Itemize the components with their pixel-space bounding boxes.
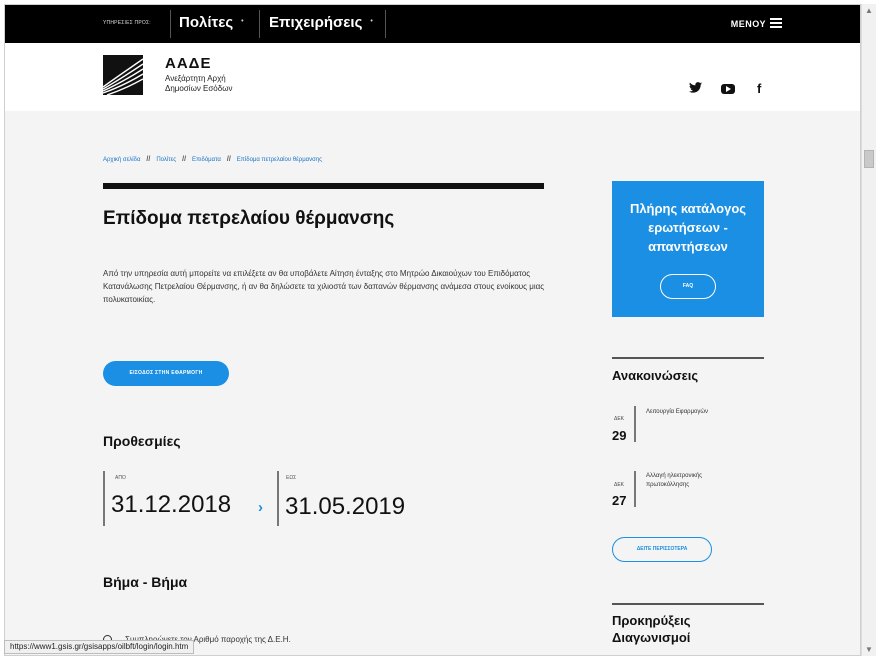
nav-divider <box>259 10 260 38</box>
breadcrumb-separator: // <box>146 156 151 163</box>
aade-logo[interactable] <box>103 55 143 95</box>
announcement-month: ΔΕΚ <box>614 482 625 488</box>
faq-button[interactable]: FAQ <box>660 274 716 299</box>
nav-citizens-label: Πολίτες <box>179 14 234 31</box>
site-header: ΑΑΔΕ Ανεξάρτητη Αρχή Δημοσίων Εσόδων f <box>5 43 860 111</box>
dropdown-dot-icon: • <box>241 18 244 25</box>
breadcrumb-citizens[interactable]: Πολίτες <box>156 157 176 163</box>
brand-subtitle-line: Ανεξάρτητη Αρχή <box>165 74 226 83</box>
brand-title: ΑΑΔΕ <box>165 55 212 72</box>
tenders-heading-line: Προκηρύξεις <box>612 613 691 628</box>
browser-viewport: ΥΠΗΡΕΣΙΕΣ ΠΡΟΣ: Πολίτες • Επιχειρήσεις • Μ… <box>4 4 861 656</box>
steps-heading: Βήμα - Βήμα <box>103 574 188 590</box>
faq-title: Πλήρης κατάλογος ερωτήσεων - απαντήσεων <box>612 199 764 256</box>
announcement-link[interactable]: Αλλαγή ηλεκτρονικής πρωτοκόλλησης <box>646 472 736 490</box>
to-label: ΕΩΣ <box>286 475 297 481</box>
breadcrumb-benefits[interactable]: Επιδόματα <box>192 157 221 163</box>
brand-subtitle-line: Δημοσίων Εσόδων <box>165 84 233 93</box>
nav-businesses[interactable]: Επιχειρήσεις • <box>269 14 373 31</box>
breadcrumb-separator: // <box>182 156 187 163</box>
services-label: ΥΠΗΡΕΣΙΕΣ ΠΡΟΣ: <box>103 20 151 26</box>
dropdown-dot-icon: • <box>370 18 373 25</box>
tenders-heading: Προκηρύξεις Διαγωνισμοί <box>612 612 691 646</box>
logo-mark-icon <box>103 58 143 95</box>
faq-panel: Πλήρης κατάλογος ερωτήσεων - απαντήσεων … <box>612 181 764 317</box>
status-bar-url: https://www1.gsis.gr/gsisapps/oilbft/log… <box>4 640 195 654</box>
scroll-down-icon[interactable]: ▼ <box>865 645 873 654</box>
from-date-bar <box>103 471 105 526</box>
deadlines-heading: Προθεσμίες <box>103 433 181 449</box>
menu-button[interactable]: ΜΕΝΟΥ <box>731 19 766 29</box>
announcement-bar <box>634 471 636 507</box>
hamburger-icon[interactable] <box>770 18 782 28</box>
top-navigation-bar: ΥΠΗΡΕΣΙΕΣ ΠΡΟΣ: Πολίτες • Επιχειρήσεις • Μ… <box>5 5 860 43</box>
twitter-icon[interactable] <box>689 81 702 96</box>
youtube-icon[interactable] <box>721 84 735 94</box>
faq-title-line: ερωτήσεων - <box>648 220 728 235</box>
from-label: ΑΠΟ <box>115 475 126 481</box>
brand-subtitle: Ανεξάρτητη Αρχή Δημοσίων Εσόδων <box>165 74 265 94</box>
tenders-heading-line: Διαγωνισμοί <box>612 630 691 645</box>
announcements-divider <box>612 357 764 359</box>
scroll-thumb[interactable] <box>864 150 874 168</box>
nav-citizens[interactable]: Πολίτες • <box>179 14 244 31</box>
enter-application-button[interactable]: ΕΙΣΟΔΟΣ ΣΤΗΝ ΕΦΑΡΜΟΓΗ <box>103 361 229 386</box>
breadcrumb-separator: // <box>226 156 231 163</box>
chevron-right-icon: › <box>258 499 263 516</box>
see-more-button[interactable]: ΔΕΙΤΕ ΠΕΡΙΣΣΟΤΕΡΑ <box>612 537 712 562</box>
breadcrumb-home[interactable]: Αρχική σελίδα <box>103 157 140 163</box>
announcement-bar <box>634 406 636 442</box>
facebook-icon[interactable]: f <box>757 81 761 96</box>
scroll-up-icon[interactable]: ▲ <box>865 6 873 15</box>
breadcrumb: Αρχική σελίδα // Πολίτες // Επιδόματα // Επίδο… <box>103 156 322 163</box>
announcement-day: 29 <box>612 428 627 443</box>
to-date-bar <box>277 471 279 526</box>
from-date: 31.12.2018 <box>111 491 232 518</box>
breadcrumb-current[interactable]: Επίδομα πετρελαίου θέρμανσης <box>237 157 322 163</box>
twitter-glyph-icon <box>689 82 702 93</box>
announcement-month: ΔΕΚ <box>614 416 625 422</box>
announcement-day: 27 <box>612 493 627 508</box>
vertical-scrollbar[interactable]: ▲ ▼ <box>861 4 876 656</box>
nav-divider <box>385 10 386 38</box>
intro-text: Από την υπηρεσία αυτή μπορείτε να επιλέξ… <box>103 269 545 304</box>
title-divider <box>103 183 544 189</box>
faq-title-line: απαντήσεων <box>648 239 728 254</box>
nav-divider <box>170 10 171 38</box>
faq-title-line: Πλήρης κατάλογος <box>629 201 747 216</box>
tenders-divider <box>612 603 764 605</box>
to-date: 31.05.2019 <box>285 493 406 520</box>
page-title: Επίδομα πετρελαίου θέρμανσης <box>103 208 395 229</box>
announcement-link[interactable]: Λειτουργία Εφαρμογών <box>646 408 746 417</box>
announcements-heading: Ανακοινώσεις <box>612 368 699 383</box>
nav-businesses-label: Επιχειρήσεις <box>269 14 363 31</box>
